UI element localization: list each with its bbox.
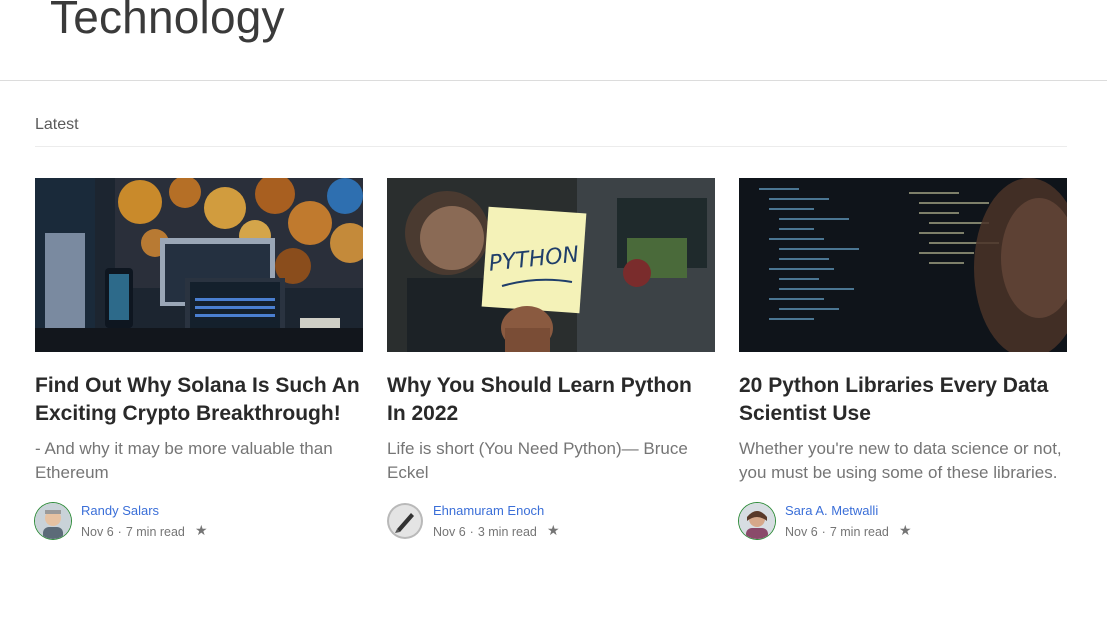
article-meta: Nov 6 · 7 min read <box>785 525 889 539</box>
author-row: Randy Salars Nov 6 · 7 min read ★ <box>35 499 363 543</box>
avatar[interactable] <box>387 503 423 539</box>
article-card: PYTHON Why You Should Learn Python In 20… <box>387 178 715 543</box>
article-thumbnail[interactable] <box>739 178 1067 352</box>
article-subtitle: - And why it may be more valuable than E… <box>35 439 333 482</box>
avatar[interactable] <box>35 503 71 539</box>
author-name[interactable]: Ehnamuram Enoch <box>433 503 544 518</box>
separator: · <box>469 525 474 539</box>
read-time: 7 min read <box>829 525 889 539</box>
author-name[interactable]: Randy Salars <box>81 503 159 518</box>
article-date: Nov 6 <box>433 525 466 539</box>
article-meta: Nov 6 · 7 min read <box>81 525 185 539</box>
article-title[interactable]: 20 Python Libraries Every Data Scientist… <box>739 372 1067 428</box>
star-icon[interactable]: ★ <box>547 522 560 539</box>
separator: · <box>821 525 826 539</box>
author-row: Ehnamuram Enoch Nov 6 · 3 min read ★ <box>387 499 715 543</box>
avatar[interactable] <box>739 503 775 539</box>
article-title[interactable]: Find Out Why Solana Is Such An Exciting … <box>35 372 363 428</box>
latest-section: Latest Find Out Why Solana Is Such An Ex… <box>35 81 1067 539</box>
article-thumbnail[interactable]: PYTHON <box>387 178 715 352</box>
article-date: Nov 6 <box>785 525 818 539</box>
article-list: Find Out Why Solana Is Such An Exciting … <box>35 178 1067 598</box>
article-subtitle: Life is short (You Need Python)— Bruce E… <box>387 439 688 482</box>
author-row: Sara A. Metwalli Nov 6 · 7 min read ★ <box>739 499 1067 543</box>
read-time: 7 min read <box>125 525 185 539</box>
article-date: Nov 6 <box>81 525 114 539</box>
article-card: 20 Python Libraries Every Data Scientist… <box>739 178 1067 543</box>
article-meta: Nov 6 · 3 min read <box>433 525 537 539</box>
article-card: Find Out Why Solana Is Such An Exciting … <box>35 178 363 543</box>
author-name[interactable]: Sara A. Metwalli <box>785 503 878 518</box>
header: Technology <box>0 0 1107 81</box>
page-title: Technology <box>50 0 285 43</box>
article-subtitle: Whether you're new to data science or no… <box>739 439 1062 482</box>
read-time: 3 min read <box>477 525 537 539</box>
separator: · <box>117 525 122 539</box>
section-label: Latest <box>35 81 1067 147</box>
article-thumbnail[interactable] <box>35 178 363 352</box>
star-icon[interactable]: ★ <box>195 522 208 539</box>
star-icon[interactable]: ★ <box>899 522 912 539</box>
article-title[interactable]: Why You Should Learn Python In 2022 <box>387 372 715 428</box>
